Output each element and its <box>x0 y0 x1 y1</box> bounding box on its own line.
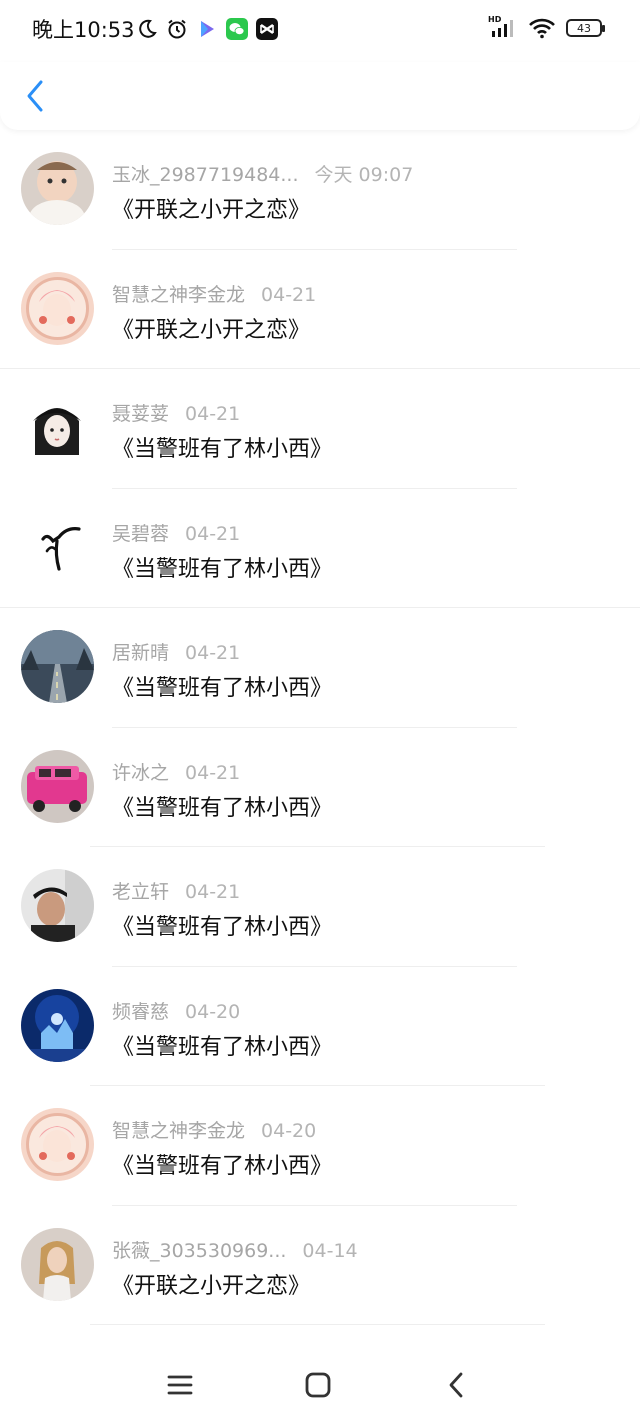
status-icons-right: HD 43 <box>488 15 605 39</box>
message-title: 《当警班有了林小西》 <box>112 915 333 940</box>
sender-name: 许冰之 <box>112 761 170 784</box>
message-meta: 许冰之 04-21 <box>112 758 240 785</box>
message-meta: 居新晴 04-21 <box>112 638 240 665</box>
message-date: 04-21 <box>185 642 241 664</box>
sender-name: 智慧之神李金龙 <box>112 1120 246 1142</box>
message-title: 《开联之小开之恋》 <box>112 317 311 343</box>
avatar[interactable] <box>21 869 94 942</box>
list-item[interactable]: 玉冰_2987719484... 今天 09:07 《开联之小开之恋》 <box>0 130 640 250</box>
sender-name: 老立轩 <box>112 881 170 903</box>
avatar[interactable] <box>21 510 94 584</box>
back-icon[interactable] <box>438 1367 474 1403</box>
wifi-icon <box>528 17 556 39</box>
avatar[interactable] <box>21 749 94 823</box>
list-item[interactable]: 智慧之神李金龙 04-21 《开联之小开之恋》 <box>0 250 640 369</box>
message-title: 《当警班有了林小西》 <box>112 437 333 462</box>
list-item[interactable]: 居新晴 04-21 《当警班有了林小西》 <box>0 608 640 728</box>
nav-header <box>0 62 640 130</box>
list-item[interactable]: 张薇_303530969... 04-14 《开联之小开之恋》 <box>0 1206 640 1325</box>
avatar[interactable] <box>21 271 94 345</box>
sender-name: 张薇_303530969... <box>112 1239 287 1262</box>
sender-name: 居新晴 <box>112 642 170 664</box>
sender-name: 智慧之神李金龙 <box>112 283 246 306</box>
menu-icon[interactable] <box>162 1367 198 1403</box>
message-date: 04-21 <box>261 283 317 306</box>
video-app-icon <box>196 18 218 40</box>
status-time: 晚上10:53 <box>32 18 135 42</box>
avatar[interactable] <box>21 630 94 703</box>
list-item[interactable]: 智慧之神李金龙 04-20 《当警班有了林小西》 <box>0 1086 640 1206</box>
back-button[interactable] <box>20 76 50 116</box>
alarm-icon <box>166 18 188 40</box>
message-title: 《当警班有了林小西》 <box>112 795 333 821</box>
message-date: 04-21 <box>185 881 241 903</box>
message-title: 《开联之小开之恋》 <box>112 198 311 223</box>
sender-name: 频睿慈 <box>112 1000 170 1023</box>
system-nav-bar <box>0 1343 640 1423</box>
message-date: 04-21 <box>185 403 241 425</box>
capcut-icon <box>256 18 278 40</box>
message-meta: 吴碧蓉 04-21 <box>112 519 240 546</box>
divider <box>90 1324 545 1325</box>
status-icons-left <box>136 18 278 40</box>
message-date: 04-21 <box>185 761 241 784</box>
message-meta: 张薇_303530969... 04-14 <box>112 1236 358 1263</box>
wechat-icon <box>226 18 248 40</box>
message-meta: 老立轩 04-21 <box>112 877 240 904</box>
status-bar: 晚上10:53 HD 43 <box>0 0 640 62</box>
signal-icon: HD <box>488 15 518 39</box>
message-title: 《开联之小开之恋》 <box>112 1273 311 1299</box>
message-date: 04-21 <box>185 522 241 545</box>
message-title: 《当警班有了林小西》 <box>112 1034 333 1060</box>
sender-name: 聂荽荽 <box>112 403 170 425</box>
avatar[interactable] <box>21 988 94 1062</box>
avatar[interactable] <box>21 152 94 225</box>
message-date: 04-20 <box>185 1000 241 1023</box>
message-date: 04-20 <box>261 1120 317 1142</box>
message-list: 玉冰_2987719484... 今天 09:07 《开联之小开之恋》 智慧之神李… <box>0 130 640 1325</box>
list-item[interactable]: 吴碧蓉 04-21 《当警班有了林小西》 <box>0 489 640 608</box>
message-meta: 智慧之神李金龙 04-20 <box>112 1116 316 1143</box>
message-meta: 聂荽荽 04-21 <box>112 399 240 426</box>
sender-name: 玉冰_2987719484... <box>112 164 299 186</box>
battery-icon: 43 <box>566 19 605 37</box>
message-title: 《当警班有了林小西》 <box>112 556 333 582</box>
message-title: 《当警班有了林小西》 <box>112 1154 333 1179</box>
list-item[interactable]: 老立轩 04-21 《当警班有了林小西》 <box>0 847 640 967</box>
message-meta: 智慧之神李金龙 04-21 <box>112 280 316 307</box>
list-item[interactable]: 频睿慈 04-20 《当警班有了林小西》 <box>0 967 640 1086</box>
message-meta: 频睿慈 04-20 <box>112 997 240 1024</box>
avatar[interactable] <box>21 391 94 464</box>
chevron-left-icon <box>27 80 43 112</box>
list-item[interactable]: 许冰之 04-21 《当警班有了林小西》 <box>0 728 640 847</box>
avatar[interactable] <box>21 1108 94 1181</box>
message-date: 今天 09:07 <box>314 164 414 186</box>
avatar[interactable] <box>21 1227 94 1301</box>
moon-icon <box>136 18 158 40</box>
message-date: 04-14 <box>302 1239 358 1262</box>
list-item[interactable]: 聂荽荽 04-21 《当警班有了林小西》 <box>0 369 640 489</box>
home-icon[interactable] <box>300 1367 336 1403</box>
message-meta: 玉冰_2987719484... 今天 09:07 <box>112 160 413 187</box>
message-title: 《当警班有了林小西》 <box>112 676 333 701</box>
sender-name: 吴碧蓉 <box>112 522 170 545</box>
